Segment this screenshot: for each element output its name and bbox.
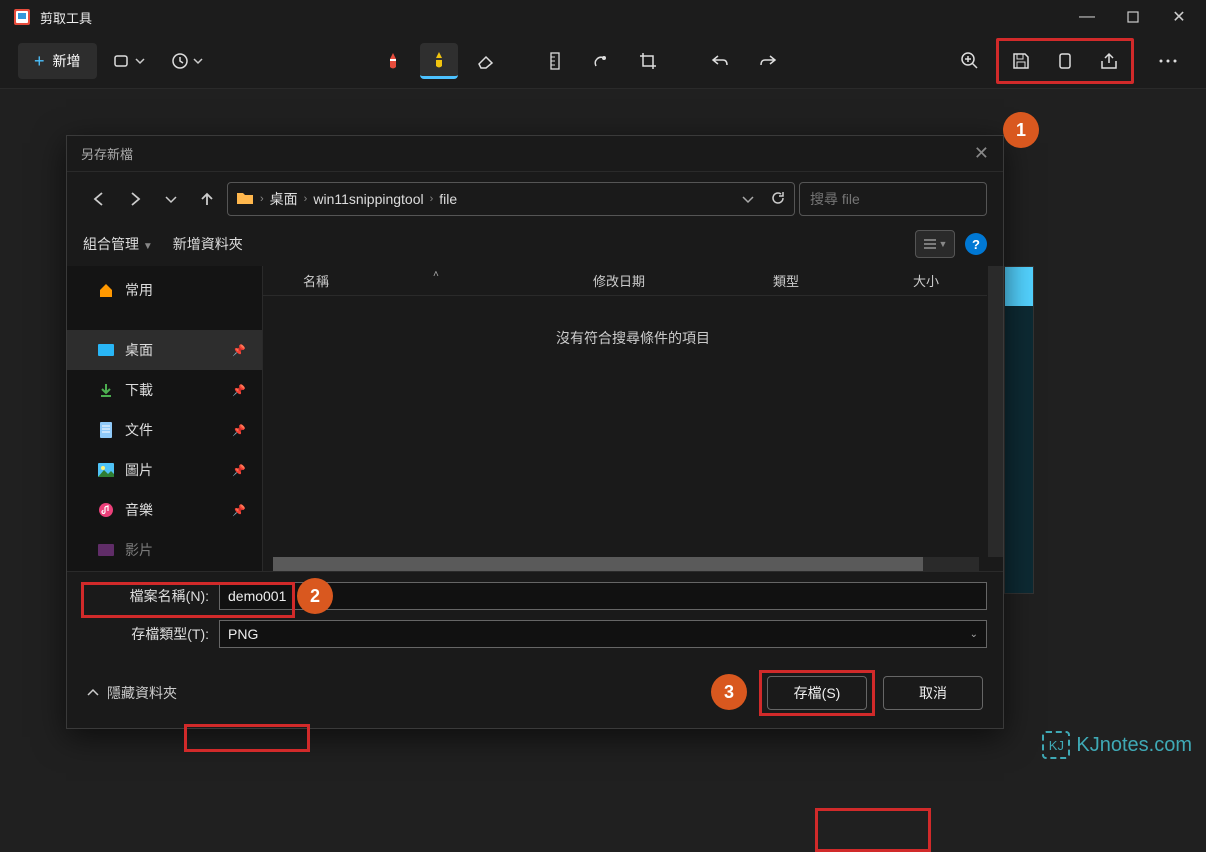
dialog-close-button[interactable]: ✕ [974,143,989,164]
folder-icon [236,190,254,209]
sidebar: 常用 桌面 📌 下載 📌 文件 📌 圖片 📌 [67,266,263,571]
breadcrumb-seg1[interactable]: 桌面 [270,189,298,209]
chevron-up-icon [87,688,99,698]
pin-icon: 📌 [232,424,246,437]
sidebar-item-downloads[interactable]: 下載 📌 [67,370,262,410]
sidebar-item-pictures[interactable]: 圖片 📌 [67,450,262,490]
organize-button[interactable]: 組合管理 ▼ [83,234,153,254]
scrollbar-horizontal[interactable] [273,557,979,571]
new-button[interactable]: + 新增 [18,43,97,79]
mode-dropdown[interactable] [103,43,155,79]
home-icon [97,282,115,298]
breadcrumb-seg2[interactable]: win11snippingtool [313,191,423,207]
undo-button[interactable] [700,43,740,79]
highlighter-tool[interactable] [420,43,458,79]
crop-tool[interactable] [628,43,668,79]
breadcrumb-dropdown[interactable] [742,191,754,207]
filetype-label: 存檔類型(T): [83,624,213,644]
view-mode-button[interactable]: ▼ [915,230,955,258]
nav-up-button[interactable] [191,183,223,215]
pin-icon: 📌 [232,464,246,477]
column-headers[interactable]: 名稱˄ 修改日期 類型 大小 [263,266,1003,296]
filename-label: 檔案名稱(N): [83,586,213,606]
pin-icon: 📌 [232,384,246,397]
nav-recent-dropdown[interactable] [155,183,187,215]
maximize-button[interactable] [1110,0,1156,34]
eraser-tool[interactable] [466,43,506,79]
app-title: 剪取工具 [40,8,92,27]
new-folder-button[interactable]: 新增資料夾 [173,234,243,254]
sidebar-item-music[interactable]: 音樂 📌 [67,490,262,530]
copy-button[interactable] [1045,43,1085,79]
breadcrumb-seg3[interactable]: file [439,191,457,207]
app-icon [12,7,32,27]
close-button[interactable]: ✕ [1156,0,1202,34]
annotation-1: 1 [1003,112,1039,148]
pin-icon: 📌 [232,504,246,517]
annotation-3: 3 [711,674,747,710]
toolbar: + 新增 [0,34,1206,89]
dialog-titlebar: 另存新檔 ✕ [67,136,1003,172]
filename-input[interactable] [219,582,987,610]
empty-message: 沒有符合搜尋條件的項目 [263,328,1003,348]
search-input[interactable] [810,191,991,207]
more-button[interactable] [1148,43,1188,79]
help-button[interactable]: ? [965,233,987,255]
save-copy-share-group [996,38,1134,84]
save-button[interactable] [1001,43,1041,79]
sort-indicator: ˄ [433,269,439,280]
hidden-folders-toggle[interactable]: 隱藏資料夾 [87,683,177,703]
canvas-preview-strip [1004,266,1034,594]
ruler-tool[interactable] [538,43,572,79]
pictures-icon [97,463,115,477]
music-icon [97,503,115,517]
titlebar: 剪取工具 — ✕ [0,0,1206,34]
sidebar-item-desktop[interactable]: 桌面 📌 [67,330,262,370]
breadcrumb[interactable]: › 桌面 › win11snippingtool › file [227,182,795,216]
dialog-title: 另存新檔 [81,144,133,163]
refresh-button[interactable] [770,190,786,209]
sidebar-item-documents[interactable]: 文件 📌 [67,410,262,450]
filetype-dropdown[interactable]: PNG ⌄ [219,620,987,648]
nav-forward-button[interactable] [119,183,151,215]
watermark: KJ KJnotes.com [1042,731,1192,759]
cancel-button[interactable]: 取消 [883,676,983,710]
scrollbar-vertical[interactable] [987,266,1003,557]
new-label: 新增 [53,51,81,71]
minimize-button[interactable]: — [1064,0,1110,34]
share-button[interactable] [1089,43,1129,79]
nav-back-button[interactable] [83,183,115,215]
file-list: 名稱˄ 修改日期 類型 大小 沒有符合搜尋條件的項目 [263,266,1003,571]
video-icon [97,544,115,556]
delay-dropdown[interactable] [161,43,213,79]
sidebar-item-videos[interactable]: 影片 [67,530,262,570]
pen-tool[interactable] [374,43,412,79]
search-box[interactable] [799,182,987,216]
zoom-button[interactable] [950,43,990,79]
touch-write-tool[interactable] [580,43,620,79]
desktop-icon [97,344,115,356]
pin-icon: 📌 [232,344,246,357]
plus-icon: + [34,51,45,72]
document-icon [97,422,115,438]
annotation-2: 2 [297,578,333,614]
save-confirm-button[interactable]: 存檔(S) [767,676,867,710]
redo-button[interactable] [748,43,788,79]
save-dialog: 另存新檔 ✕ › 桌面 › win11snippingtool › file 組… [66,135,1004,729]
download-icon [97,383,115,397]
sidebar-item-home[interactable]: 常用 [67,270,262,310]
